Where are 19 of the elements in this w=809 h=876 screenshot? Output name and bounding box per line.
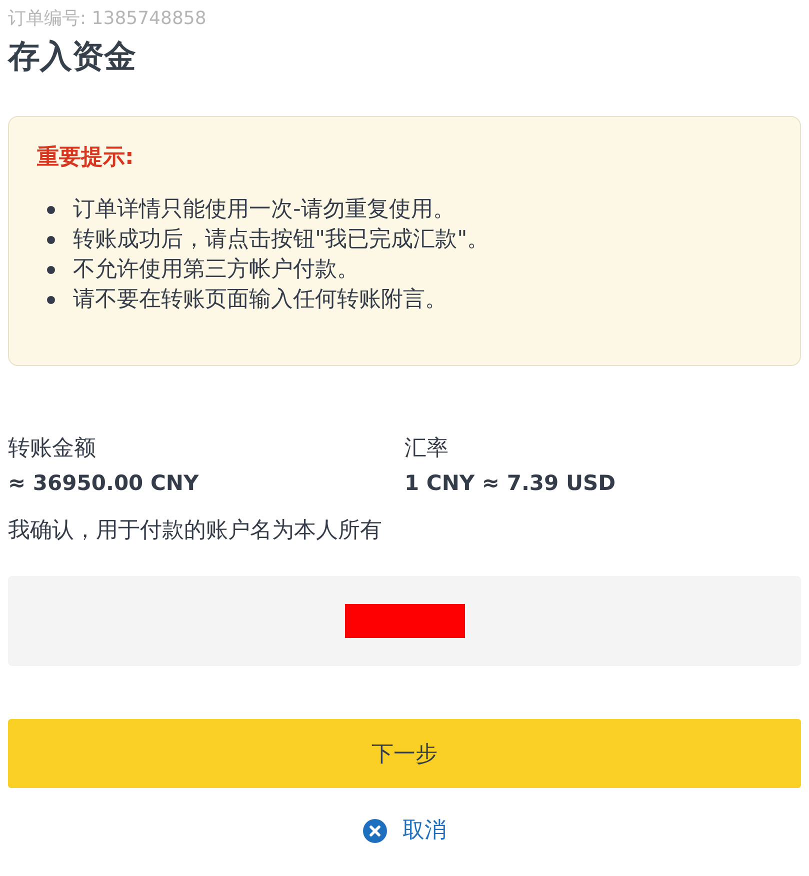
- close-icon: [362, 819, 386, 843]
- notice-item: 不允许使用第三方帐户付款。: [73, 256, 359, 284]
- notice-item: 订单详情只能使用一次-请勿重复使用。: [73, 196, 455, 224]
- detail-label: 汇率: [404, 435, 450, 463]
- bullet-icon: [47, 266, 55, 274]
- next-button[interactable]: 下一步: [8, 719, 801, 788]
- notice-item: 请不要在转账页面输入任何转账附言。: [73, 286, 447, 314]
- bullet-icon: [47, 296, 55, 304]
- detail-value: ≈ 36950.00 CNY: [8, 470, 200, 497]
- detail-value: 1 CNY ≈ 7.39 USD: [404, 470, 617, 497]
- confirmation-text: 我确认，用于付款的账户名为本人所有: [8, 517, 383, 545]
- order-number: 订单编号: 1385748858: [8, 7, 208, 31]
- notice-heading: 重要提示:: [37, 144, 135, 172]
- detail-label: 转账金额: [8, 435, 97, 463]
- bullet-icon: [47, 236, 55, 244]
- cancel-link[interactable]: 取消: [362, 816, 446, 846]
- notice-item: 转账成功后，请点击按钮"我已完成汇款"。: [73, 226, 490, 254]
- page-title: 存入资金: [8, 36, 137, 76]
- bullet-icon: [47, 206, 55, 214]
